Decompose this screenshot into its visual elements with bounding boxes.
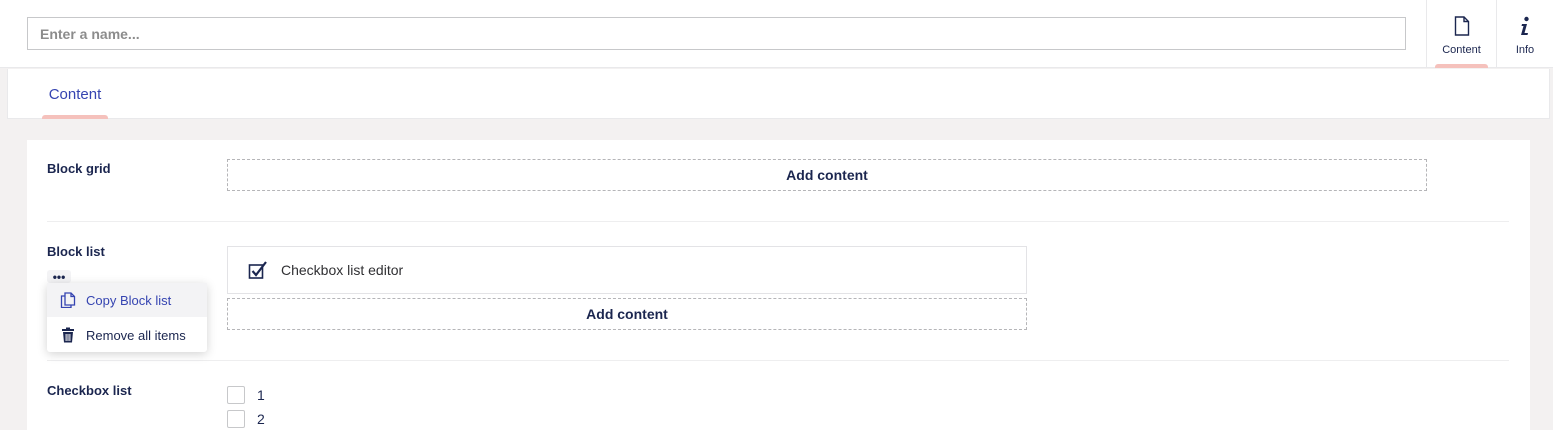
- property-divider: [47, 360, 1509, 361]
- block-list-add-content-button[interactable]: Add content: [227, 298, 1027, 330]
- active-tab-indicator: [42, 115, 108, 119]
- menu-item-remove-all-items[interactable]: Remove all items: [47, 318, 207, 352]
- menu-item-label: Remove all items: [86, 327, 186, 343]
- name-input[interactable]: [27, 17, 1406, 50]
- add-content-label: Add content: [586, 306, 668, 322]
- block-list-item[interactable]: Checkbox list editor: [227, 246, 1027, 294]
- checkbox-option: 2: [227, 410, 265, 428]
- checkbox-input[interactable]: [227, 410, 245, 428]
- checkbox-option: 1: [227, 386, 265, 404]
- checkbox-option-label: 1: [257, 387, 265, 403]
- info-icon: [1519, 16, 1531, 36]
- tab-label: Content: [48, 85, 102, 103]
- add-content-label: Add content: [786, 167, 868, 183]
- document-icon: [1454, 16, 1470, 36]
- tab-content[interactable]: Content: [42, 69, 108, 119]
- editor-header: Content Info: [0, 0, 1553, 68]
- tab-bar: Content: [7, 69, 1550, 119]
- property-label-checkbox-list: Checkbox list: [47, 383, 132, 398]
- menu-item-label: Copy Block list: [86, 292, 172, 308]
- active-app-indicator: [1435, 64, 1488, 68]
- property-label-block-grid: Block grid: [47, 161, 111, 176]
- property-label-block-list: Block list: [47, 244, 105, 259]
- app-label-content: Content: [1442, 44, 1481, 56]
- checkbox-input[interactable]: [227, 386, 245, 404]
- trash-icon: [59, 326, 77, 344]
- copy-icon: [59, 291, 77, 309]
- property-actions-menu: Copy Block list Remove all items: [47, 283, 207, 352]
- checkbox-icon: [248, 259, 270, 281]
- checkbox-option-label: 2: [257, 411, 265, 427]
- app-button-info[interactable]: Info: [1497, 0, 1553, 68]
- block-item-label: Checkbox list editor: [281, 262, 404, 278]
- properties-panel: Block grid Add content Block list ••• Ch…: [27, 140, 1530, 430]
- app-button-content[interactable]: Content: [1426, 0, 1497, 68]
- menu-item-copy-block-list[interactable]: Copy Block list: [47, 283, 207, 317]
- property-actions-button[interactable]: •••: [47, 270, 71, 283]
- app-label-info: Info: [1515, 44, 1535, 56]
- block-grid-add-content-button[interactable]: Add content: [227, 159, 1427, 191]
- property-divider: [47, 221, 1509, 222]
